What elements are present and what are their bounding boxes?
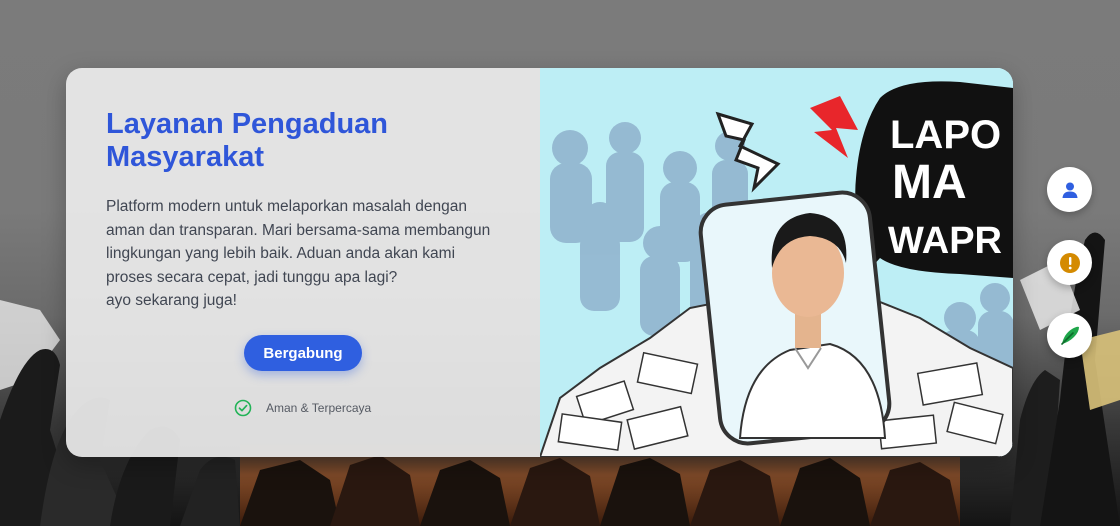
page-title: Layanan Pengaduan Masyarakat xyxy=(106,108,389,173)
description-line: Platform modern untuk melaporkan masalah… xyxy=(106,198,468,215)
hero-text-panel: Layanan Pengaduan Masyarakat Platform mo… xyxy=(66,68,540,457)
trust-label: Aman & Terpercaya xyxy=(266,401,372,415)
profile-button[interactable] xyxy=(1047,167,1092,212)
description-line: lingkungan yang lebih baik. Aduan anda a… xyxy=(106,245,456,262)
alert-icon xyxy=(1059,252,1080,273)
write-button[interactable] xyxy=(1047,313,1092,358)
bubble-line: WAPR xyxy=(888,220,1002,262)
illustration-image: LAPO MA WAPR xyxy=(540,68,1013,457)
hero-illustration: LAPO MA WAPR xyxy=(540,68,1013,457)
feather-icon xyxy=(1060,326,1079,345)
description-line: proses secara cepat, jadi tunggu apa lag… xyxy=(106,268,398,286)
trust-badge: Aman & Terpercaya xyxy=(234,399,371,417)
report-button[interactable] xyxy=(1047,240,1092,285)
hero-description: Platform modern untuk melaporkan masalah… xyxy=(106,195,506,313)
description-line: ayo sekarang juga! xyxy=(106,292,237,309)
bubble-line: LAPO xyxy=(890,113,1001,157)
join-button[interactable]: Bergabung xyxy=(244,335,362,371)
check-circle-icon xyxy=(234,399,252,417)
description-line: aman dan transparan. Mari bersama-sama m… xyxy=(106,221,491,239)
user-icon xyxy=(1062,182,1077,198)
bubble-line: MA xyxy=(892,156,967,209)
hero-card: Layanan Pengaduan Masyarakat Platform mo… xyxy=(66,68,1013,457)
